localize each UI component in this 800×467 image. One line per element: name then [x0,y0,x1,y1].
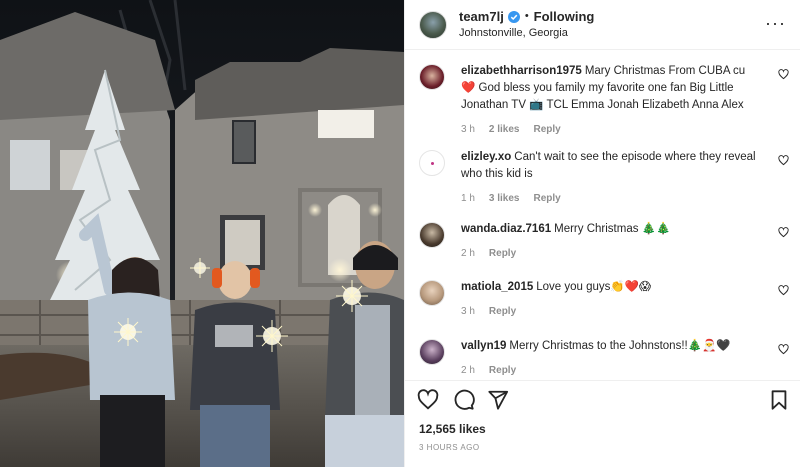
commenter-username[interactable]: wanda.diaz.7161 [461,223,551,235]
commenter-username[interactable]: elizley.xo [461,151,511,163]
commenter-username[interactable]: elizabethharrison1975 [461,65,582,77]
comment-meta: 3 h Reply [461,303,761,320]
commenter-username[interactable]: vallyn19 [461,340,506,352]
share-icon[interactable] [487,389,509,411]
comment-likes[interactable]: 2 likes [489,121,520,138]
comment-body: vallyn19 Merry Christmas to the Johnstons… [461,338,761,379]
comment-body: elizabethharrison1975 Mary Christmas From… [461,63,761,138]
comment-item: vallyn19 Merry Christmas to the Johnstons… [419,338,789,379]
bookmark-icon[interactable] [768,389,790,411]
separator-dot: • [524,10,529,23]
comment-meta: 3 h 2 likes Reply [461,121,761,138]
comment-body: wanda.diaz.7161 Merry Christmas 🎄🎄 2 h Re… [461,221,761,262]
comment-meta: 2 h Reply [461,245,761,262]
comment-body: matiola_2015 Love you guys👏❤️😱 3 h Reply [461,279,761,320]
comment-heart-icon[interactable] [778,285,789,296]
post-header: team7lj • Following Johnstonville, Georg… [405,0,800,50]
comment-heart-icon[interactable] [778,69,789,80]
author-username[interactable]: team7lj [459,9,504,25]
comment-time: 2 h [461,248,475,259]
comment-heart-icon[interactable] [778,344,789,355]
author-avatar[interactable] [419,10,447,39]
commenter-avatar[interactable] [419,150,445,176]
action-icons [417,389,790,411]
commenter-avatar[interactable] [419,280,445,306]
author-line: team7lj • Following [459,9,594,25]
following-button[interactable]: Following [534,9,595,25]
post-time: 3 HOURS AGO [419,443,480,452]
comment-content: elizley.xo Can't wait to see the episode … [461,149,761,183]
post-sidebar: team7lj • Following Johnstonville, Georg… [404,0,800,467]
comment-time: 2 h [461,365,475,376]
comment-time: 1 h [461,193,475,204]
comment-content: vallyn19 Merry Christmas to the Johnstons… [461,338,761,355]
instagram-post: team7lj • Following Johnstonville, Georg… [0,0,800,467]
comment-meta: 1 h 3 likes Reply [461,190,761,207]
post-actions: 12,565 likes 3 HOURS AGO [405,380,800,467]
comment-content: matiola_2015 Love you guys👏❤️😱 [461,279,761,296]
post-photo[interactable] [0,0,404,467]
comment-time: 3 h [461,124,475,135]
commenter-avatar[interactable] [419,339,445,365]
comments-list[interactable]: elizabethharrison1975 Mary Christmas From… [405,51,800,379]
reply-button[interactable]: Reply [489,303,516,320]
author-info: team7lj • Following Johnstonville, Georg… [459,9,594,40]
commenter-username[interactable]: matiola_2015 [461,281,533,293]
comment-item: elizley.xo Can't wait to see the episode … [419,149,789,207]
family-christmas-photo [0,0,404,467]
comment-item: matiola_2015 Love you guys👏❤️😱 3 h Reply [419,279,789,320]
comment-content: wanda.diaz.7161 Merry Christmas 🎄🎄 [461,221,761,238]
comment-text: Merry Christmas to the Johnstons!!🎄🎅🖤 [509,340,731,352]
comment-icon[interactable] [453,389,475,411]
more-icon[interactable]: ··· [765,14,786,32]
commenter-avatar[interactable] [419,222,445,248]
comment-text: Love you guys👏❤️😱 [536,281,652,293]
reply-button[interactable]: Reply [489,245,516,262]
commenter-avatar[interactable] [419,64,445,90]
likes-count[interactable]: 12,565 likes [419,422,486,436]
post-location[interactable]: Johnstonville, Georgia [459,27,594,40]
heart-icon[interactable] [417,389,439,411]
comment-heart-icon[interactable] [778,227,789,238]
verified-badge-icon [507,10,520,23]
comment-likes[interactable]: 3 likes [489,190,520,207]
reply-button[interactable]: Reply [534,121,561,138]
comment-body: elizley.xo Can't wait to see the episode … [461,149,761,207]
comment-item: elizabethharrison1975 Mary Christmas From… [419,63,789,138]
comment-text: Merry Christmas 🎄🎄 [554,223,671,235]
comment-content: elizabethharrison1975 Mary Christmas From… [461,63,761,114]
comment-item: wanda.diaz.7161 Merry Christmas 🎄🎄 2 h Re… [419,221,789,262]
reply-button[interactable]: Reply [534,190,561,207]
comment-meta: 2 h Reply [461,362,761,379]
reply-button[interactable]: Reply [489,362,516,379]
comment-heart-icon[interactable] [778,155,789,166]
comment-time: 3 h [461,306,475,317]
